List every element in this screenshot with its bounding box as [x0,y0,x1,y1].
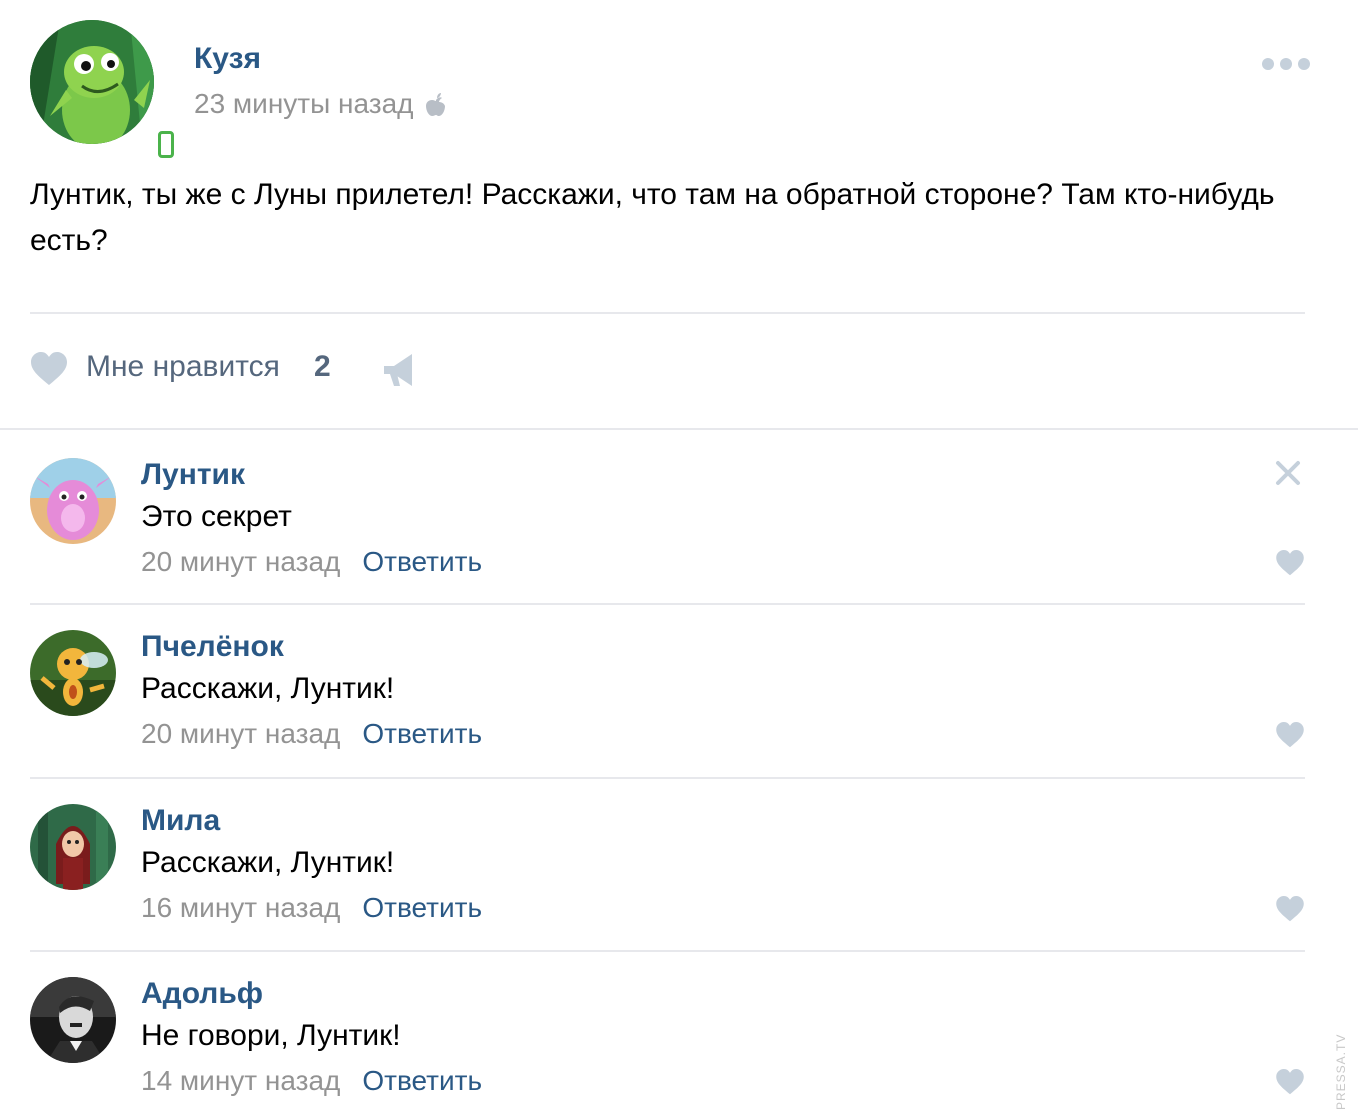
comment-like-heart-icon[interactable] [1275,550,1305,576]
close-icon[interactable] [1275,460,1301,486]
comment-time[interactable]: 20 минут назад [141,546,340,578]
online-mobile-icon [154,128,178,162]
comment-author[interactable]: Мила [141,804,220,838]
watermark: PRESSA.TV [1330,1010,1352,1110]
comment-item: Мила Расскажи, Лунтик! 16 минут назад От… [30,804,1310,954]
comment-time[interactable]: 14 минут назад [141,1065,340,1097]
comment-divider [30,777,1305,779]
reply-button[interactable]: Ответить [362,718,482,750]
comment-item: Пчелёнок Расскажи, Лунтик! 20 минут наза… [30,630,1310,780]
post-divider [30,312,1305,314]
reply-button[interactable]: Ответить [362,546,482,578]
comment-meta: 20 минут назад Ответить [141,718,482,750]
comment-text: Расскажи, Лунтик! [141,672,395,705]
author-name[interactable]: Кузя [194,42,261,76]
comment-item: Адольф Не говори, Лунтик! 14 минут назад… [30,977,1310,1120]
comment-like-heart-icon[interactable] [1275,896,1305,922]
comment-author[interactable]: Пчелёнок [141,630,284,664]
comment-like-heart-icon[interactable] [1275,1069,1305,1095]
comment-avatar[interactable] [30,977,116,1063]
comment-author[interactable]: Адольф [141,977,263,1011]
comment-text: Это секрет [141,500,292,533]
comment-item: Лунтик Это секрет 20 минут назад Ответит… [30,458,1310,608]
comment-divider [30,603,1305,605]
comment-time[interactable]: 20 минут назад [141,718,340,750]
reply-button[interactable]: Ответить [362,892,482,924]
like-heart-icon[interactable] [30,352,68,386]
comment-divider [30,950,1305,952]
reply-button[interactable]: Ответить [362,1065,482,1097]
comment-text: Не говори, Лунтик! [141,1019,401,1052]
post-time[interactable]: 23 минуты назад [194,88,447,120]
post-header: Кузя 23 минуты назад [30,20,1310,162]
like-count[interactable]: 2 [314,350,331,384]
comment-meta: 14 минут назад Ответить [141,1065,482,1097]
comment-meta: 16 минут назад Ответить [141,892,482,924]
watermark-text: PRESSA.TV [1334,1033,1348,1110]
comments-divider [0,428,1358,430]
comment-avatar[interactable] [30,630,116,716]
more-options-icon[interactable] [1262,58,1310,70]
comment-author[interactable]: Лунтик [141,458,245,492]
comment-text: Расскажи, Лунтик! [141,846,395,879]
post-actions: Мне нравится 2 [30,340,630,400]
comment-avatar[interactable] [30,804,116,890]
apple-icon [425,92,447,116]
comment-like-heart-icon[interactable] [1275,722,1305,748]
like-label[interactable]: Мне нравится [86,350,280,384]
comment-meta: 20 минут назад Ответить [141,546,482,578]
share-megaphone-icon[interactable] [382,352,418,388]
comment-time[interactable]: 16 минут назад [141,892,340,924]
comment-avatar[interactable] [30,458,116,544]
author-avatar[interactable] [30,20,154,144]
post-time-text: 23 минуты назад [194,88,414,119]
post-text: Лунтик, ты же с Луны прилетел! Расскажи,… [30,178,1275,257]
